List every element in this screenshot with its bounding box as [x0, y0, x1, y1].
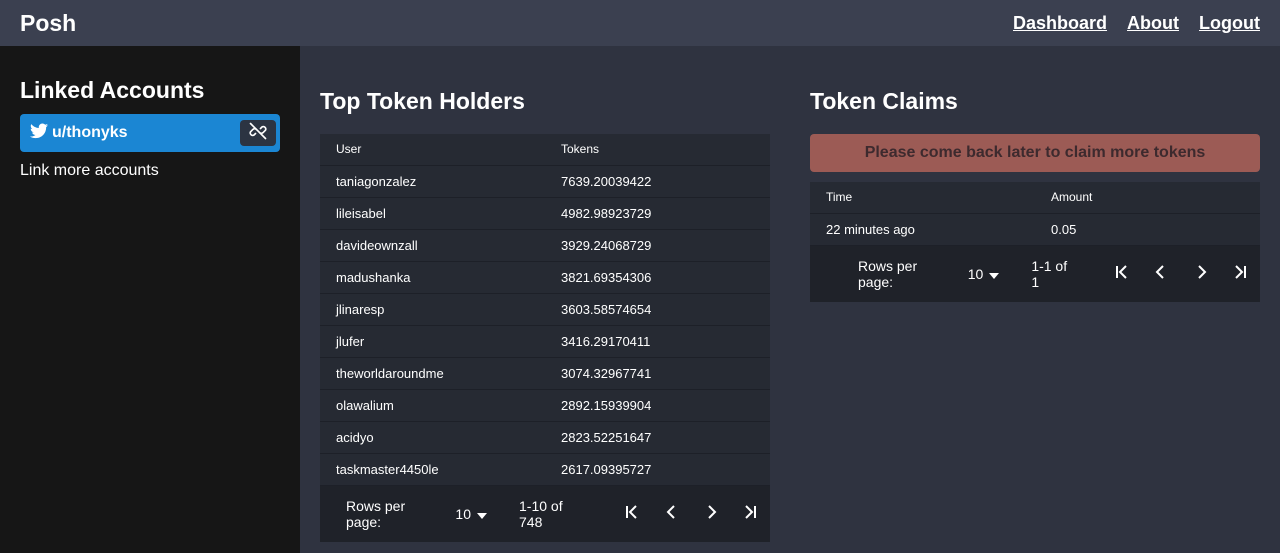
nav-links: Dashboard About Logout: [1013, 13, 1260, 34]
rows-per-page-value: 10: [455, 505, 471, 522]
nav-logout[interactable]: Logout: [1199, 13, 1260, 34]
caret-down-icon: [477, 506, 487, 522]
pagination-range: 1-10 of 748: [519, 497, 563, 530]
cell-tokens: 7639.20039422: [545, 165, 770, 198]
column-header-tokens[interactable]: Tokens: [545, 134, 770, 166]
column-header-user[interactable]: User: [320, 134, 545, 166]
cell-user: theworldaroundme: [320, 357, 545, 390]
first-page-icon: [1114, 264, 1130, 283]
cell-user: lileisabel: [320, 197, 545, 230]
table-row[interactable]: jlufer 3416.29170411: [320, 325, 770, 358]
cell-user: madushanka: [320, 261, 545, 294]
table-header-row: User Tokens: [320, 134, 770, 166]
sidebar: Linked Accounts u/thonyks Link more acco…: [0, 46, 300, 553]
cell-user: acidyo: [320, 421, 545, 454]
chevron-right-icon: [1193, 264, 1209, 283]
unlink-button[interactable]: [240, 120, 276, 146]
cell-amount: 0.05: [1035, 213, 1260, 246]
table-row[interactable]: theworldaroundme 3074.32967741: [320, 357, 770, 390]
previous-page-button[interactable]: [652, 496, 691, 532]
holders-pagination: Rows per page: 10 1-10 of 748: [320, 485, 770, 542]
top-bar: Posh Dashboard About Logout: [0, 0, 1280, 46]
caret-down-icon: [989, 266, 1000, 282]
account-info: u/thonyks: [30, 123, 128, 144]
table-header-row: Time Amount: [810, 182, 1260, 214]
cell-user: jlufer: [320, 325, 545, 358]
top-token-holders-panel: Top Token Holders User Tokens taniagonza…: [320, 46, 770, 542]
rows-per-page-label: Rows per page:: [346, 497, 406, 530]
link-more-accounts[interactable]: Link more accounts: [20, 162, 280, 180]
holders-title: Top Token Holders: [320, 88, 525, 114]
rows-per-page-select[interactable]: 10: [455, 506, 487, 522]
next-page-button[interactable]: [1181, 256, 1220, 292]
cell-tokens: 4982.98923729: [545, 197, 770, 230]
rows-per-page-value: 10: [967, 265, 984, 282]
table-row[interactable]: 22 minutes ago 0.05: [810, 213, 1260, 246]
nav-about[interactable]: About: [1127, 13, 1179, 34]
rows-per-page-label: Rows per page:: [858, 257, 918, 290]
cell-tokens: 2617.09395727: [545, 453, 770, 486]
brand-logo[interactable]: Posh: [20, 10, 76, 37]
nav-dashboard[interactable]: Dashboard: [1013, 13, 1107, 34]
last-page-icon: [1232, 264, 1248, 283]
last-page-button[interactable]: [731, 496, 770, 532]
chevron-left-icon: [664, 504, 680, 523]
sidebar-title: Linked Accounts: [20, 77, 205, 103]
claims-table: Time Amount 22 minutes ago 0.05: [810, 182, 1260, 246]
token-claims-panel: Token Claims Please come back later to c…: [810, 46, 1260, 302]
first-page-button[interactable]: [1102, 256, 1141, 292]
cell-user: taskmaster4450le: [320, 453, 545, 486]
cell-tokens: 3074.32967741: [545, 357, 770, 390]
cell-tokens: 3603.58574654: [545, 293, 770, 326]
previous-page-button[interactable]: [1142, 256, 1181, 292]
cell-time: 22 minutes ago: [810, 213, 1035, 246]
table-row[interactable]: olawalium 2892.15939904: [320, 389, 770, 422]
cell-user: taniagonzalez: [320, 165, 545, 198]
cell-tokens: 2823.52251647: [545, 421, 770, 454]
cell-tokens: 3821.69354306: [545, 261, 770, 294]
table-row[interactable]: madushanka 3821.69354306: [320, 261, 770, 294]
cell-tokens: 3416.29170411: [545, 325, 770, 358]
cell-user: davideownzall: [320, 229, 545, 262]
claim-tokens-button[interactable]: Please come back later to claim more tok…: [810, 134, 1260, 172]
unlink-icon: [247, 121, 269, 146]
linked-account-chip[interactable]: u/thonyks: [20, 114, 280, 152]
cell-tokens: 3929.24068729: [545, 229, 770, 262]
column-header-time[interactable]: Time: [810, 182, 1035, 214]
table-row[interactable]: jlinaresp 3603.58574654: [320, 293, 770, 326]
pagination-range: 1-1 of 1: [1031, 257, 1068, 290]
claims-title: Token Claims: [810, 88, 958, 114]
first-page-button[interactable]: [613, 496, 652, 532]
claims-pagination: Rows per page: 10 1-1 of 1: [810, 245, 1260, 302]
chevron-left-icon: [1153, 264, 1169, 283]
chevron-right-icon: [703, 504, 719, 523]
account-name: u/thonyks: [52, 124, 128, 141]
next-page-button[interactable]: [691, 496, 730, 532]
table-row[interactable]: davideownzall 3929.24068729: [320, 229, 770, 262]
table-row[interactable]: lileisabel 4982.98923729: [320, 197, 770, 230]
last-page-button[interactable]: [1221, 256, 1260, 292]
holders-table: User Tokens taniagonzalez 7639.20039422 l…: [320, 134, 770, 486]
column-header-amount[interactable]: Amount: [1035, 182, 1260, 214]
last-page-icon: [742, 504, 758, 523]
table-row[interactable]: taniagonzalez 7639.20039422: [320, 165, 770, 198]
table-row[interactable]: acidyo 2823.52251647: [320, 421, 770, 454]
twitter-icon: [30, 123, 48, 144]
cell-tokens: 2892.15939904: [545, 389, 770, 422]
rows-per-page-select[interactable]: 10: [968, 266, 1000, 282]
cell-user: jlinaresp: [320, 293, 545, 326]
first-page-icon: [624, 504, 640, 523]
cell-user: olawalium: [320, 389, 545, 422]
table-row[interactable]: taskmaster4450le 2617.09395727: [320, 453, 770, 486]
